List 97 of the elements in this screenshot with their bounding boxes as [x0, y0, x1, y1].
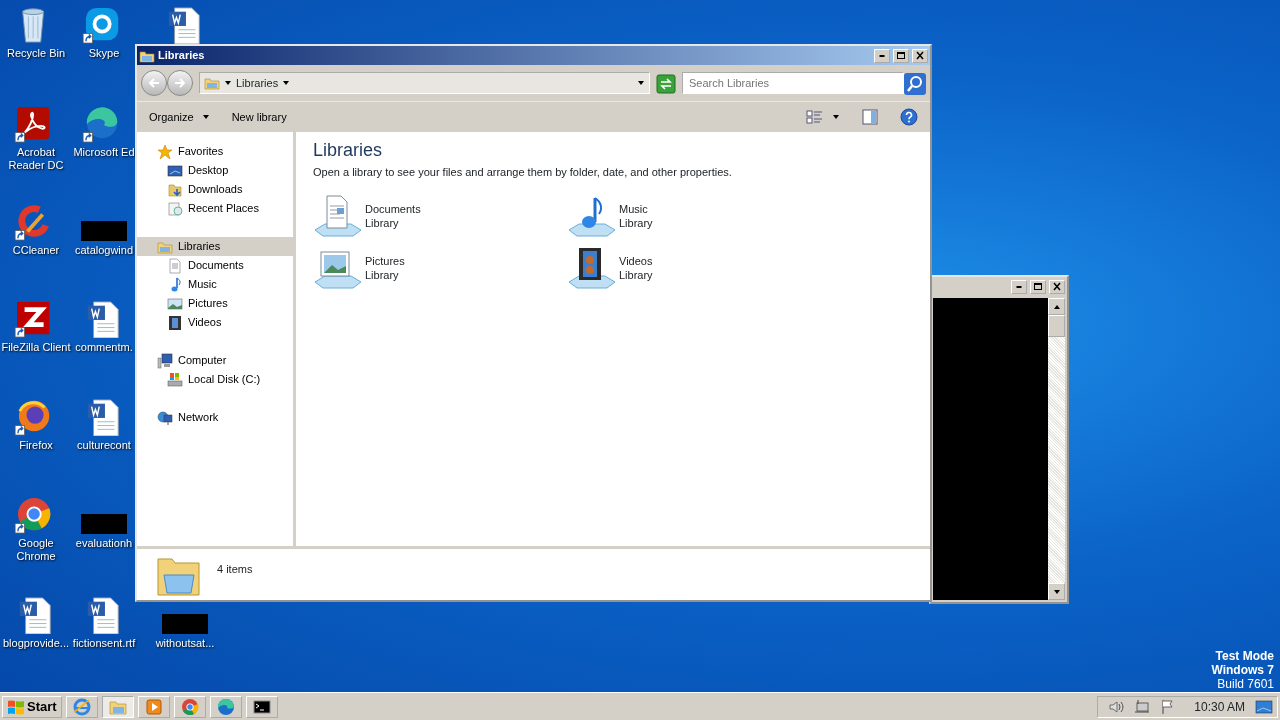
refresh-icon [656, 73, 676, 94]
scroll-up-button[interactable] [1048, 298, 1065, 315]
os-notice-text: Windows 7 [1211, 663, 1274, 677]
desktop-icon-label[interactable]: catalogwind [74, 244, 134, 257]
library-item[interactable]: Videos Library [619, 253, 653, 282]
scrollbar[interactable] [1048, 298, 1065, 600]
nav-item[interactable]: Favorites [137, 142, 293, 161]
monitor-icon [167, 162, 183, 179]
nav-item[interactable]: Videos [137, 313, 293, 332]
picture-icon [167, 295, 183, 312]
minimize-icon [879, 54, 885, 57]
caret-icon [832, 113, 840, 121]
forward-button[interactable] [167, 70, 193, 96]
down-arrow-icon [1052, 587, 1061, 596]
close-icon [915, 51, 925, 60]
browser-icon [216, 697, 235, 716]
os-notice-text: Build 7601 [1216, 677, 1274, 691]
flag-logo-icon [7, 698, 25, 715]
maximize-icon [896, 51, 906, 60]
desktop-icon-label[interactable]: Microsoft Ed [73, 146, 135, 159]
address-bar[interactable]: Libraries [199, 72, 650, 94]
film-icon [167, 314, 183, 331]
close-icon [1052, 282, 1062, 291]
folder-icon [167, 181, 183, 198]
nav-item[interactable]: Recent Places [137, 199, 293, 218]
search-button[interactable] [904, 71, 926, 95]
window-title: Libraries [158, 48, 206, 64]
scroll-thumb[interactable] [1048, 315, 1065, 337]
library-icon [204, 75, 220, 91]
organize-button[interactable]: Organize [145, 106, 214, 128]
desktop-icon-label[interactable]: fictionsent.rtf [72, 637, 136, 650]
nav-item[interactable]: Libraries [137, 237, 293, 256]
search-icon [904, 72, 926, 95]
nav-item[interactable]: Documents [137, 256, 293, 275]
desktop-icon-label[interactable]: culturecont [77, 439, 131, 452]
network-icon [157, 409, 173, 426]
nav-item[interactable]: Computer [137, 351, 293, 370]
back-button[interactable] [141, 70, 167, 96]
os-notice-text: Test Mode [1214, 649, 1274, 663]
taskbar-button[interactable] [245, 695, 278, 718]
desktop-icon-label[interactable]: Google Chrome [0, 537, 72, 563]
maximize-icon [1033, 282, 1043, 291]
desktop-icon-label[interactable]: Recycle Bin [0, 47, 72, 60]
library-item[interactable]: Documents Library [365, 201, 421, 230]
drive-icon [167, 371, 183, 388]
view-list-icon [806, 109, 824, 125]
desktop-icon-label[interactable]: CCleaner [0, 244, 72, 257]
desktop-icon-label[interactable]: Acrobat Reader DC [0, 146, 72, 172]
desktop-icon-label[interactable]: blogprovide... [0, 637, 72, 650]
desktop-icon-label[interactable]: withoutsat... [155, 637, 215, 650]
desktop-icon-label[interactable]: evaluationh [75, 537, 133, 550]
item-count: 4 items [217, 562, 253, 577]
minimize-icon [1016, 285, 1022, 288]
documents-library-icon[interactable] [313, 193, 361, 238]
nav-item[interactable]: Pictures [137, 294, 293, 313]
library-item[interactable]: Music Library [619, 201, 653, 230]
help-icon [900, 108, 918, 126]
library-item[interactable]: Pictures Library [365, 253, 405, 282]
preview-pane-icon [862, 109, 878, 125]
address-text[interactable]: Libraries [236, 74, 279, 92]
caret-icon [224, 79, 232, 87]
recent-places-icon [167, 200, 183, 217]
caret-icon [282, 79, 291, 87]
computer-icon [157, 352, 173, 369]
desktop-icon-label[interactable]: Firefox [0, 439, 72, 452]
desktop-icon-label[interactable]: FileZilla Client [0, 341, 72, 354]
maximize-button[interactable] [893, 48, 909, 63]
nav-item[interactable]: Music [137, 275, 293, 294]
caret-icon [201, 113, 210, 121]
desktop-icon-label[interactable]: commentm. [75, 341, 133, 354]
close-button[interactable] [912, 48, 928, 63]
document-icon [167, 257, 183, 274]
caret-icon [637, 79, 645, 87]
show-desktop-icon[interactable] [1255, 698, 1273, 715]
refresh-button[interactable] [656, 71, 676, 95]
media-player-icon [144, 697, 163, 716]
scroll-down-button[interactable] [1048, 583, 1065, 600]
terminal-icon [252, 697, 271, 716]
nav-item[interactable]: Local Disk (C:) [137, 370, 293, 389]
back-arrow-icon [147, 76, 161, 90]
new-library-button[interactable]: New library [227, 106, 291, 128]
star-icon [157, 143, 173, 160]
nav-item[interactable]: Desktop [137, 161, 293, 180]
network-icon[interactable] [1134, 698, 1151, 715]
forward-arrow-icon [173, 76, 187, 90]
videos-library-icon[interactable] [567, 245, 615, 290]
browser-icon [72, 697, 91, 716]
desktop-icon-label[interactable]: Skype [88, 47, 120, 60]
minimize-button[interactable] [874, 48, 890, 63]
volume-icon[interactable] [1108, 698, 1125, 715]
search-field[interactable]: Search Libraries [682, 72, 904, 94]
nav-item[interactable]: Downloads [137, 180, 293, 199]
description-text: Open a library to see your files and arrange them by folder, date, and other properties. [313, 165, 733, 180]
start-button[interactable]: Start [2, 695, 62, 718]
page-heading: Libraries [313, 140, 384, 160]
nav-item[interactable]: Network [137, 408, 293, 427]
browser-icon [180, 697, 199, 716]
